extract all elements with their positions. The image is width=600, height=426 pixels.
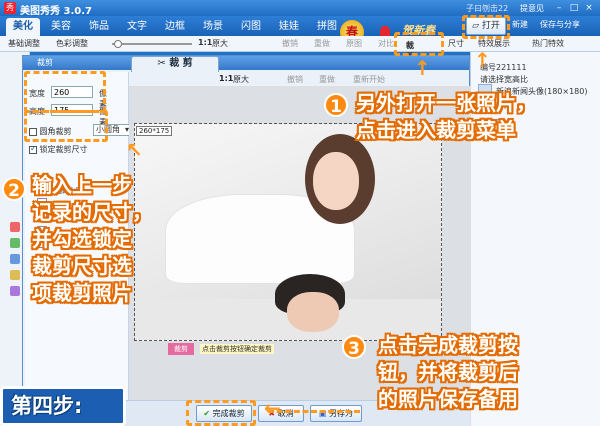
menu-bar: 美化 美容 饰品 文字 边框 场景 闪图 娃娃 拼图 春 贺新春 2011: [0, 16, 600, 45]
note-step-1: 另外打开一张照片， 点击进入裁剪菜单: [356, 90, 536, 144]
photo-preview[interactable]: [134, 123, 442, 341]
screenshot-root: 秀 美图秀秀 3.0.7 子曰刎击22 提意见 – □ × 美化 美容 饰品 文…: [0, 0, 600, 426]
crop-dialog-title: 裁剪: [23, 56, 469, 70]
note-2-line-4: 裁剪尺寸选: [32, 254, 132, 278]
dash-arrow-line: [268, 410, 360, 413]
highlight-open: [462, 15, 510, 39]
highlight-size-fields: [24, 71, 106, 113]
original-size-button[interactable]: 原大: [212, 38, 228, 49]
arrow-up-icon: ↑: [414, 56, 431, 80]
photo-bride-face: [313, 152, 359, 210]
crop-dimension-label: 260*175: [136, 126, 173, 136]
tab-doll[interactable]: 娃娃: [272, 18, 306, 36]
tab-frame[interactable]: 边框: [158, 18, 192, 36]
window-title: 美图秀秀 3.0.7: [20, 6, 92, 17]
compare-button[interactable]: 对比: [378, 38, 394, 49]
save-share-button[interactable]: 保存与分享: [540, 19, 580, 30]
undo-button[interactable]: 撤销: [282, 38, 298, 49]
lock-size-label: 锁定裁剪尺寸: [39, 145, 88, 154]
step-2-badge: 2: [2, 177, 26, 201]
color-adjust-tab[interactable]: 色彩调整: [56, 38, 88, 49]
star-icon[interactable]: [10, 270, 20, 280]
step-4-label: 第四步:: [0, 386, 126, 426]
drop-icon[interactable]: [10, 254, 20, 264]
note-2-line-2: 记录的尺寸，: [32, 200, 152, 224]
note-3-line-2: 钮，并将裁剪后: [378, 360, 518, 384]
note-step-3: 点击完成裁剪按 钮，并将裁剪后 的照片保存备用: [378, 332, 518, 413]
highlight-lock-option: [24, 110, 108, 142]
title-bar: 秀 美图秀秀 3.0.7 子曰刎击22 提意见 – □ ×: [0, 0, 600, 17]
note-3-line-1: 点击完成裁剪按: [378, 333, 518, 357]
tab-decoration[interactable]: 饰品: [82, 18, 116, 36]
arrow-left-icon: ←: [264, 396, 281, 420]
hot-effects-tab[interactable]: 热门特效: [532, 38, 564, 49]
note-2-line-5: 项裁剪照片: [32, 281, 132, 305]
maximize-icon[interactable]: □: [567, 2, 581, 14]
new-button[interactable]: 新建: [512, 19, 528, 30]
highlight-finish: [186, 400, 256, 426]
lock-size-checkbox[interactable]: [29, 144, 37, 154]
scissors-tab-icon: ✂: [157, 58, 170, 69]
note-1-line-2: 点击进入裁剪菜单: [356, 118, 516, 142]
basic-adjust-tab[interactable]: 基础调整: [8, 38, 40, 49]
note-2-line-3: 并勾选锁定: [32, 227, 132, 251]
close-icon[interactable]: ×: [582, 2, 596, 14]
highlight-crop: [394, 32, 444, 56]
crop-tag[interactable]: 裁剪: [168, 343, 194, 355]
lock-size-row: 锁定裁剪尺寸: [29, 144, 88, 155]
minimize-icon[interactable]: –: [552, 2, 566, 14]
dlg-undo-button[interactable]: 撤销: [287, 74, 303, 85]
app-logo-icon: 秀: [4, 2, 16, 14]
step-3-badge: 3: [342, 335, 366, 359]
dlg-original-button[interactable]: 原大: [233, 74, 249, 85]
photo-groom-face: [287, 292, 339, 332]
feedback-link[interactable]: 提意见: [520, 3, 544, 14]
tab-flash[interactable]: 闪图: [234, 18, 268, 36]
arrow-up-left-icon: ↖: [126, 138, 143, 162]
arrow-up-icon: ↑: [474, 48, 491, 72]
leaf-icon[interactable]: [10, 238, 20, 248]
tab-beautify[interactable]: 美化: [6, 18, 40, 36]
note-1-line-1: 另外打开一张照片，: [356, 91, 536, 115]
tab-scene[interactable]: 场景: [196, 18, 230, 36]
user-name[interactable]: 子曰刎击22: [466, 3, 508, 14]
step-1-badge: 1: [324, 93, 348, 117]
note-2-line-1: 输入上一步: [32, 173, 132, 197]
magic-icon[interactable]: [10, 286, 20, 296]
crop-tab-label: 裁 剪: [169, 58, 193, 69]
size-button[interactable]: 尺寸: [448, 38, 464, 49]
dlg-redo-button[interactable]: 重做: [319, 74, 335, 85]
main-toolbar: 基础调整 色彩调整 1:1 原大 撤销 重做 原图 对比 ✂裁剪 尺寸 特效展示…: [0, 36, 600, 61]
tab-collage[interactable]: 拼图: [310, 18, 344, 36]
note-3-line-3: 的照片保存备用: [378, 387, 518, 411]
zoom-slider-knob[interactable]: [114, 40, 122, 48]
save-as-button[interactable]: ▣ 另存为: [310, 405, 362, 422]
ratio-1-1-button[interactable]: 1:1: [198, 38, 212, 47]
original-image-button[interactable]: 原图: [346, 38, 362, 49]
crop-hint: 点击裁剪按钮确定裁剪: [200, 344, 274, 354]
tab-beauty[interactable]: 美容: [44, 18, 78, 36]
dlg-ratio-button[interactable]: 1:1: [219, 74, 233, 83]
zoom-slider[interactable]: [112, 40, 192, 48]
tab-text[interactable]: 文字: [120, 18, 154, 36]
note-step-2: 输入上一步 记录的尺寸， 并勾选锁定 裁剪尺寸选 项裁剪照片: [32, 172, 152, 307]
redo-button[interactable]: 重做: [314, 38, 330, 49]
crop-dialog-tab[interactable]: ✂ 裁 剪: [131, 56, 219, 72]
brush-icon[interactable]: [10, 222, 20, 232]
dlg-reset-button[interactable]: 重新开始: [353, 74, 385, 85]
